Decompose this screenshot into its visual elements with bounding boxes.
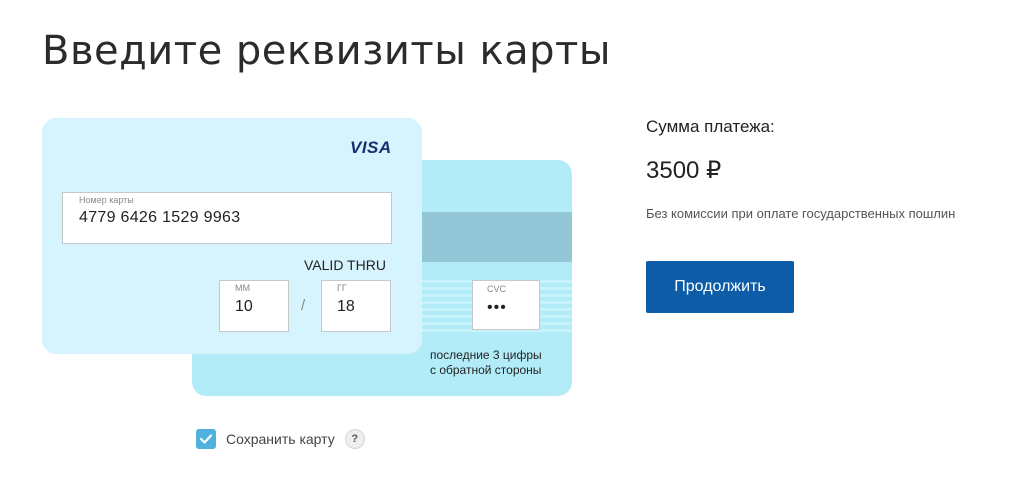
expiry-year-field[interactable]: ГГ 18 bbox=[321, 280, 391, 332]
save-card-label[interactable]: Сохранить карту bbox=[226, 431, 335, 447]
cvc-hint: последние 3 цифры с обратной стороны bbox=[430, 348, 542, 378]
continue-button[interactable]: Продолжить bbox=[646, 261, 794, 313]
cvc-field[interactable]: CVC ••• bbox=[472, 280, 540, 330]
visa-logo: VISA bbox=[350, 138, 392, 157]
cvc-hint-line-2: с обратной стороны bbox=[430, 363, 542, 377]
save-card-row: Сохранить карту ? bbox=[196, 428, 365, 450]
expiry-month-value[interactable]: 10 bbox=[235, 298, 253, 316]
valid-thru-label: VALID THRU bbox=[304, 257, 386, 273]
help-icon[interactable]: ? bbox=[344, 429, 365, 449]
card-front: VISA Номер карты 4779 6426 1529 9963 VAL… bbox=[42, 118, 422, 354]
cvc-label: CVC bbox=[487, 284, 507, 294]
amount-value: 3500 ₽ bbox=[646, 157, 722, 184]
expiry-year-label: ГГ bbox=[337, 283, 347, 293]
expiry-month-field[interactable]: ММ 10 bbox=[219, 280, 289, 332]
commission-note: Без комиссии при оплате государственных … bbox=[646, 206, 956, 221]
expiry-year-value[interactable]: 18 bbox=[337, 298, 355, 316]
save-card-checkbox[interactable] bbox=[196, 429, 216, 449]
page-title: Введите реквизиты карты bbox=[42, 28, 611, 74]
card-number-field[interactable]: Номер карты 4779 6426 1529 9963 bbox=[62, 192, 392, 244]
checkmark-icon bbox=[200, 434, 212, 444]
card-number-label: Номер карты bbox=[79, 195, 134, 205]
cvc-value[interactable]: ••• bbox=[487, 299, 507, 317]
card-number-value[interactable]: 4779 6426 1529 9963 bbox=[79, 209, 240, 227]
expiry-separator: / bbox=[301, 297, 306, 314]
amount-label: Сумма платежа: bbox=[646, 117, 775, 136]
expiry-month-label: ММ bbox=[235, 283, 250, 293]
cvc-hint-line-1: последние 3 цифры bbox=[430, 348, 542, 362]
